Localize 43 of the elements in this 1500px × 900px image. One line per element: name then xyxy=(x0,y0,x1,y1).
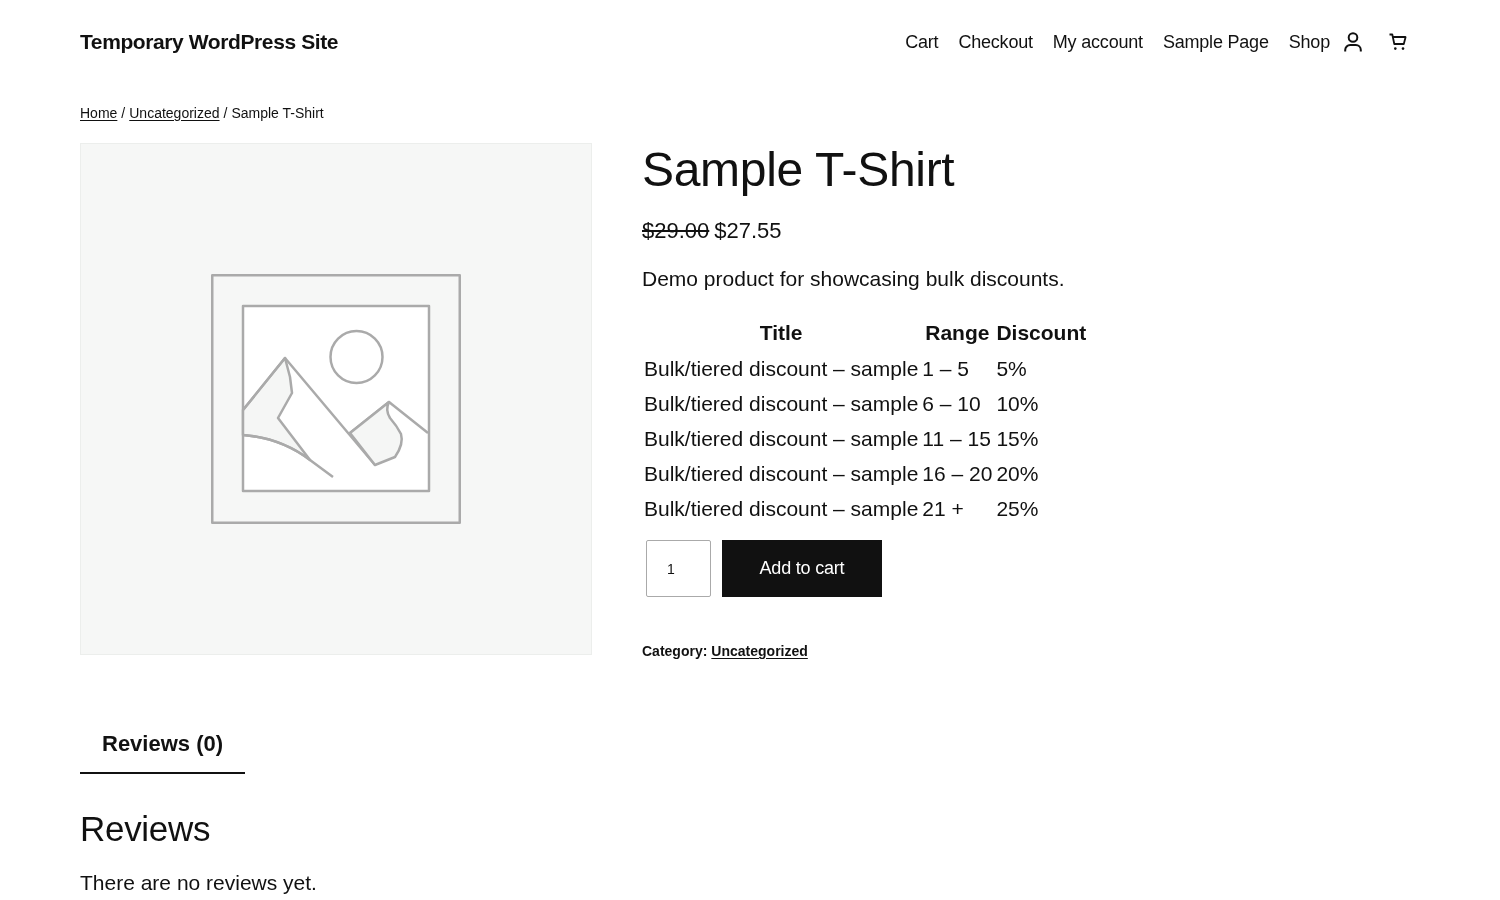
person-icon[interactable] xyxy=(1344,32,1362,52)
site-title[interactable]: Temporary WordPress Site xyxy=(80,30,339,54)
breadcrumb-current: Sample T-Shirt xyxy=(231,104,324,123)
table-cell-text: Bulk/tiered discount – sample xyxy=(643,356,920,382)
nav-link[interactable]: My account xyxy=(1052,31,1143,53)
add-to-cart-button[interactable]: Add to cart xyxy=(722,540,882,597)
nav-link[interactable]: Shop xyxy=(1288,31,1330,53)
breadcrumb-link[interactable]: Home xyxy=(80,103,118,123)
no-reviews-text: There are no reviews yet. xyxy=(80,871,318,895)
table-cell-text: Bulk/tiered discount – sample xyxy=(643,496,920,522)
table-cell-text: 20% xyxy=(995,461,1040,487)
table-cell-text: 11 – 15 xyxy=(921,426,992,452)
table-cell-text: Bulk/tiered discount – sample xyxy=(643,426,920,452)
table-cell-text: Bulk/tiered discount – sample xyxy=(643,461,920,487)
quantity-field[interactable]: 1 xyxy=(646,540,711,597)
breadcrumb-separator: / xyxy=(223,104,228,123)
product-title: Sample T-Shirt xyxy=(642,143,956,196)
table-cell-text: 21 + xyxy=(921,496,965,522)
nav-link[interactable]: Checkout xyxy=(958,31,1033,53)
nav-link[interactable]: Cart xyxy=(905,31,939,53)
category-link[interactable]: Uncategorized xyxy=(711,641,808,661)
table-cell-text: 1 – 5 xyxy=(921,356,971,382)
tab[interactable]: Reviews (0) xyxy=(80,729,246,774)
table-cell-text: 10% xyxy=(995,391,1040,417)
column-header: Title xyxy=(758,320,804,346)
nav-link[interactable]: Sample Page xyxy=(1162,31,1269,53)
category-label: Category: xyxy=(642,642,708,661)
table-cell-text: 5% xyxy=(995,356,1028,382)
product-description: Demo product for showcasing bulk discounts. xyxy=(642,266,1066,292)
column-header: Range xyxy=(924,320,991,346)
table-cell-text: 15% xyxy=(995,426,1040,452)
table-cell-text: Bulk/tiered discount – sample xyxy=(643,391,920,417)
breadcrumb-link[interactable]: Uncategorized xyxy=(129,103,220,123)
image-placeholder-icon xyxy=(211,274,461,524)
breadcrumb-separator: / xyxy=(121,104,126,123)
sale-price: $27.55 xyxy=(714,217,782,245)
column-header: Discount xyxy=(995,320,1088,346)
regular-price: $29.00 xyxy=(642,217,710,245)
cart-icon[interactable] xyxy=(1389,33,1407,51)
table-cell-text: 25% xyxy=(995,496,1040,522)
reviews-heading: Reviews xyxy=(80,808,212,850)
table-cell-text: 6 – 10 xyxy=(921,391,982,417)
table-cell-text: 16 – 20 xyxy=(921,461,994,487)
